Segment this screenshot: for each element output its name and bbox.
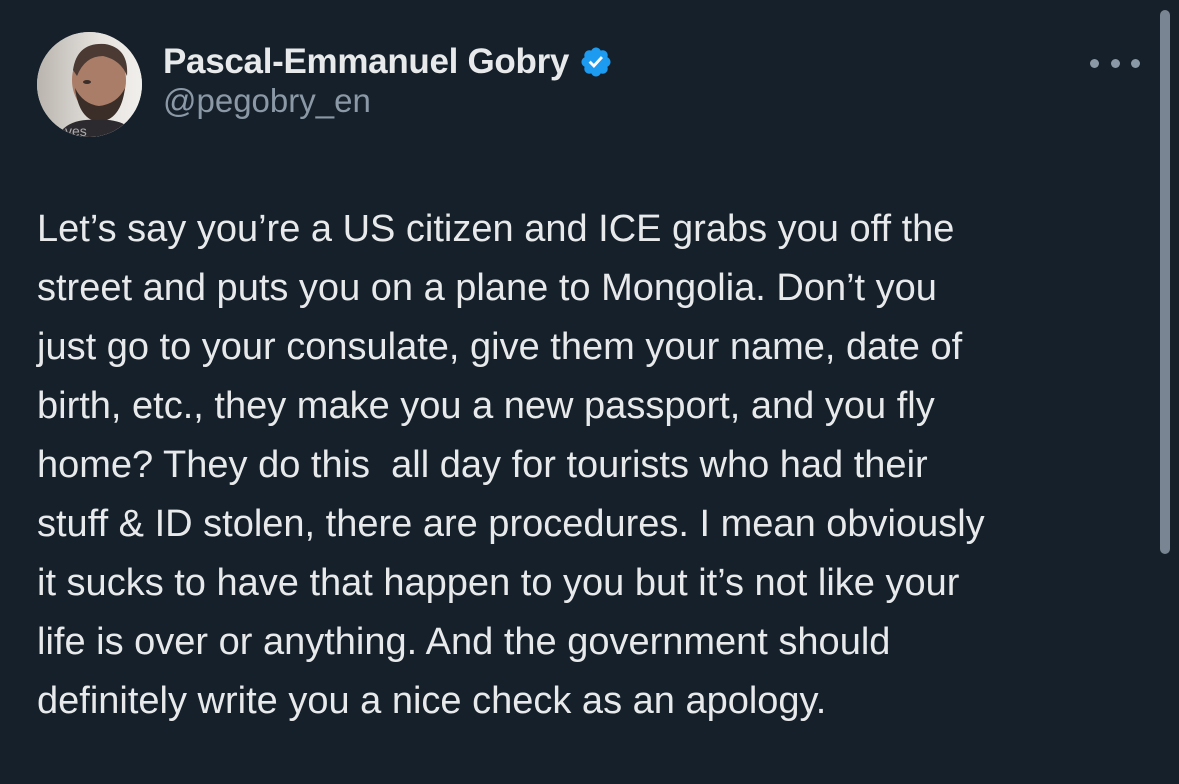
tweet-text-line: birth, etc., they make you a new passpor… <box>37 385 935 427</box>
vertical-scrollbar[interactable] <box>1160 10 1170 554</box>
author-display-name[interactable]: Pascal-Emmanuel Gobry <box>163 42 569 82</box>
more-dot <box>1131 58 1140 68</box>
tweet-screen: ves Pascal-Emmanuel Gobry @pegobry_en Le… <box>0 0 1179 784</box>
tweet-text-line: home? They do this all day for tourists … <box>37 444 928 486</box>
author-handle[interactable]: @pegobry_en <box>163 82 371 120</box>
verified-badge-icon <box>579 45 613 79</box>
more-dot <box>1090 58 1099 68</box>
author-avatar[interactable]: ves <box>37 32 142 137</box>
svg-text:ves: ves <box>65 123 87 137</box>
tweet-text-line: definitely write you a nice check as an … <box>37 680 827 722</box>
tweet-text-line: Let’s say you’re a US citizen and ICE gr… <box>37 208 955 250</box>
more-dot <box>1110 58 1120 68</box>
tweet-text-line: life is over or anything. And the govern… <box>37 621 891 663</box>
tweet-text-line: it sucks to have that happen to you but … <box>37 562 960 604</box>
tweet-text: Let’s say you’re a US citizen and ICE gr… <box>37 200 1137 731</box>
avatar-photo: ves <box>37 32 142 137</box>
more-options-icon[interactable] <box>1090 48 1140 78</box>
tweet-text-line: stuff & ID stolen, there are procedures.… <box>37 503 985 545</box>
tweet-text-line: street and puts you on a plane to Mongol… <box>37 267 937 309</box>
author-name-row: Pascal-Emmanuel Gobry <box>163 38 613 86</box>
tweet-text-line: just go to your consulate, give them you… <box>37 326 963 368</box>
